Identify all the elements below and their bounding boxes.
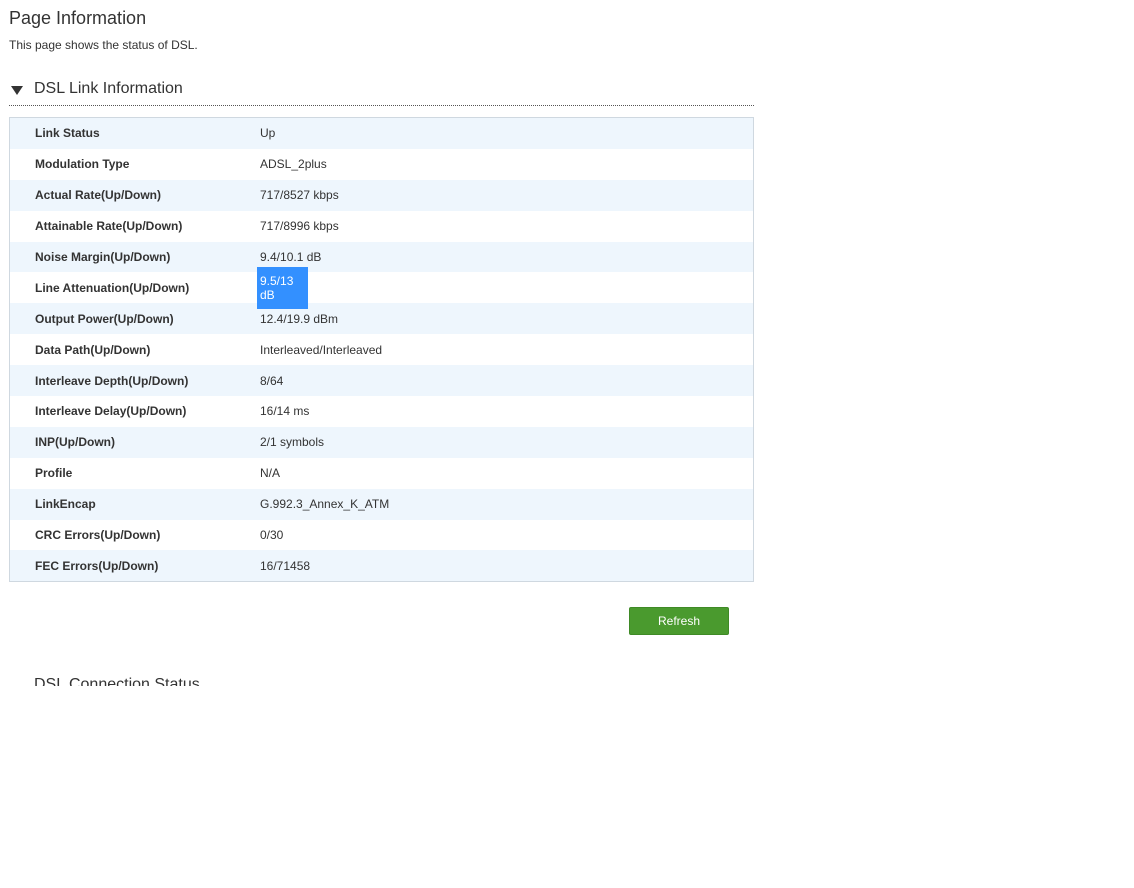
row-value: N/A	[260, 466, 281, 481]
table-row: Interleave Delay(Up/Down) 16/14 ms	[10, 396, 753, 427]
row-label: Interleave Depth(Up/Down)	[35, 373, 189, 388]
table-row: Profile N/A	[10, 457, 753, 489]
row-value: 12.4/19.9 dBm	[260, 311, 339, 326]
row-value: G.992.3_Annex_K_ATM	[260, 497, 390, 512]
row-label: LinkEncap	[35, 497, 96, 512]
row-value: Interleaved/Interleaved	[260, 342, 383, 357]
row-label: Interleave Delay(Up/Down)	[35, 404, 187, 419]
row-value-selected: 9.5/13 dB	[257, 266, 308, 309]
next-section-title: DSL Connection Status	[34, 676, 200, 686]
dsl-info-table: Link Status Up Modulation Type ADSL_2plu…	[9, 117, 754, 583]
row-label: INP(Up/Down)	[35, 435, 115, 450]
row-label: Output Power(Up/Down)	[35, 311, 174, 326]
table-row: Noise Margin(Up/Down) 9.4/10.1 dB	[10, 241, 753, 273]
collapse-triangle-icon[interactable]	[11, 86, 23, 95]
row-label: Link Status	[35, 126, 100, 141]
section-title: DSL Link Information	[34, 80, 183, 97]
row-label: CRC Errors(Up/Down)	[35, 528, 161, 543]
row-label: Actual Rate(Up/Down)	[35, 188, 161, 203]
row-value: 16/14 ms	[260, 404, 310, 419]
row-label: Noise Margin(Up/Down)	[35, 250, 171, 264]
table-row: Actual Rate(Up/Down) 717/8527 kbps	[10, 179, 753, 211]
row-label: Line Attenuation(Up/Down)	[35, 280, 190, 295]
row-label: FEC Errors(Up/Down)	[35, 558, 159, 573]
refresh-button[interactable]: Refresh	[629, 607, 729, 635]
table-row: Link Status Up	[10, 118, 753, 149]
table-row: CRC Errors(Up/Down) 0/30	[10, 519, 753, 551]
row-value: Up	[260, 126, 276, 141]
table-row: Interleave Depth(Up/Down) 8/64	[10, 365, 753, 397]
table-row: LinkEncap G.992.3_Annex_K_ATM	[10, 488, 753, 520]
row-value: 717/8527 kbps	[260, 188, 339, 203]
row-value: 2/1 symbols	[260, 435, 325, 450]
table-row: Data Path(Up/Down) Interleaved/Interleav…	[10, 334, 753, 366]
row-value: 717/8996 kbps	[260, 219, 339, 234]
page-description: This page shows the status of DSL.	[9, 38, 198, 52]
table-row: INP(Up/Down) 2/1 symbols	[10, 426, 753, 458]
row-value: 0/30	[260, 528, 284, 543]
section-header-dsl-link: DSL Link Information	[9, 78, 754, 106]
row-label: Modulation Type	[35, 157, 130, 172]
table-row: Modulation Type ADSL_2plus	[10, 148, 753, 180]
table-row: Output Power(Up/Down) 12.4/19.9 dBm	[10, 303, 753, 335]
table-row: Line Attenuation(Up/Down) 9.5/13 dB	[10, 266, 753, 309]
row-value: 8/64	[260, 373, 284, 388]
row-label: Data Path(Up/Down)	[35, 342, 151, 357]
page-title: Page Information	[9, 8, 147, 28]
row-value: 16/71458	[260, 558, 311, 573]
row-value: ADSL_2plus	[260, 157, 327, 172]
row-label: Attainable Rate(Up/Down)	[35, 219, 183, 234]
table-row: FEC Errors(Up/Down) 16/71458	[10, 550, 753, 582]
table-row: Attainable Rate(Up/Down) 717/8996 kbps	[10, 210, 753, 242]
row-value: 9.4/10.1 dB	[260, 250, 322, 264]
row-label: Profile	[35, 466, 73, 481]
section-header-dsl-connection: DSL Connection Status	[9, 668, 309, 686]
